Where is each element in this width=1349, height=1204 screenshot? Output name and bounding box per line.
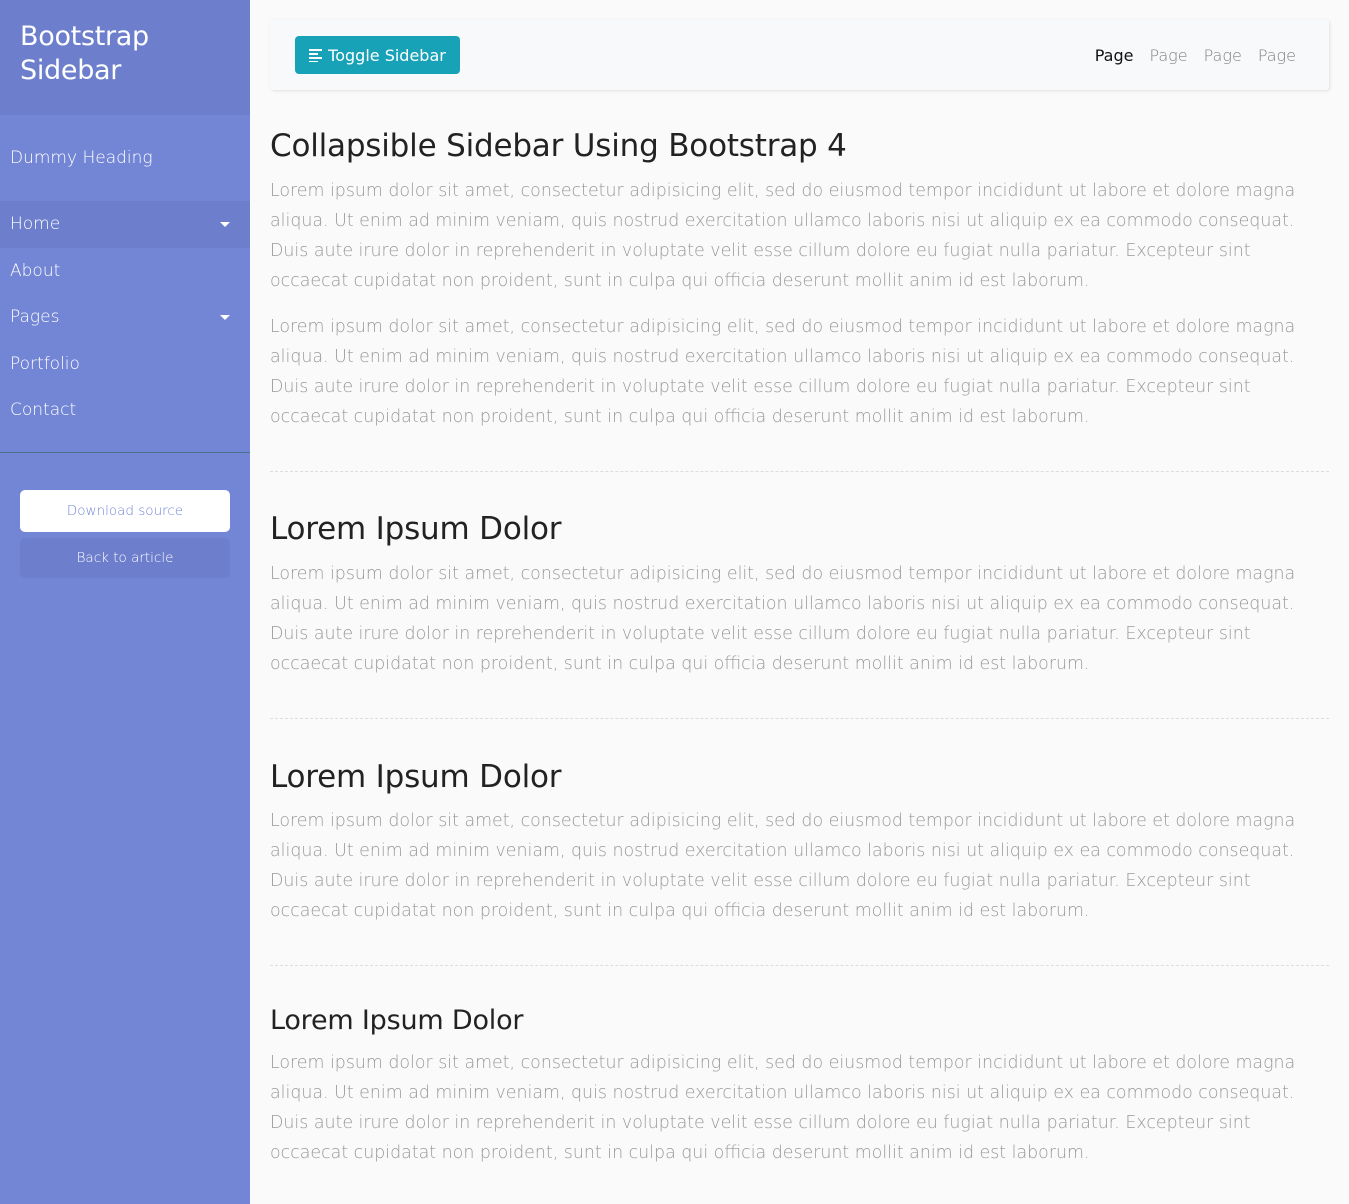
section-divider <box>270 965 1329 966</box>
section-divider <box>270 718 1329 719</box>
sidebar-heading: Dummy Heading <box>10 148 153 168</box>
sidebar-item-about[interactable]: About <box>0 248 250 295</box>
sidebar-header: Bootstrap Sidebar <box>0 0 250 115</box>
intro-paragraph-2: Lorem ipsum dolor sit amet, consectetur … <box>270 317 1296 427</box>
sidebar-item-home[interactable]: Home <box>0 201 250 248</box>
sidebar-item-pages[interactable]: Pages <box>0 294 250 341</box>
section-title: Lorem Ipsum Dolor <box>270 511 562 547</box>
caret-down-icon <box>220 314 230 320</box>
toggle-sidebar-button[interactable]: Toggle Sidebar <box>295 36 460 74</box>
sidebar-item-label: About <box>10 260 61 281</box>
align-left-icon <box>309 49 323 62</box>
download-source-button[interactable]: Download source <box>20 490 230 532</box>
page-title: Collapsible Sidebar Using Bootstrap 4 <box>270 128 847 164</box>
section-title: Lorem Ipsum Dolor <box>270 759 562 795</box>
sidebar-item-contact[interactable]: Contact <box>0 387 250 434</box>
intro-paragraph-1: Lorem ipsum dolor sit amet, consectetur … <box>270 181 1296 291</box>
sidebar-item-label: Contact <box>10 400 77 421</box>
sidebar-item-label: Pages <box>10 307 60 328</box>
sidebar-menu: Home About Pages Portfolio Contact <box>0 201 250 434</box>
navbar-links: Page Page Page Page <box>1087 20 1304 90</box>
sidebar-title: Bootstrap Sidebar <box>20 21 149 86</box>
nav-link-page-3[interactable]: Page <box>1196 46 1250 65</box>
toggle-sidebar-label: Toggle Sidebar <box>328 45 446 65</box>
back-to-article-button[interactable]: Back to article <box>20 538 230 578</box>
section-title: Lorem Ipsum Dolor <box>270 1005 524 1036</box>
section-divider <box>270 471 1329 472</box>
nav-link-page-2[interactable]: Page <box>1141 46 1195 65</box>
section-paragraph: Lorem ipsum dolor sit amet, consectetur … <box>270 1053 1296 1163</box>
section-paragraph: Lorem ipsum dolor sit amet, consectetur … <box>270 564 1296 674</box>
sidebar-divider <box>0 452 250 453</box>
sidebar-item-portfolio[interactable]: Portfolio <box>0 341 250 388</box>
section-paragraph: Lorem ipsum dolor sit amet, consectetur … <box>270 811 1296 921</box>
caret-down-icon <box>220 221 230 227</box>
sidebar-item-label: Home <box>10 214 61 235</box>
nav-link-page-4[interactable]: Page <box>1250 46 1304 65</box>
nav-link-page-1[interactable]: Page <box>1087 46 1142 65</box>
sidebar-item-label: Portfolio <box>10 353 80 374</box>
top-navbar: Toggle Sidebar Page Page Page Page <box>270 20 1329 90</box>
sidebar: Bootstrap Sidebar Dummy Heading Home Abo… <box>0 0 250 1204</box>
